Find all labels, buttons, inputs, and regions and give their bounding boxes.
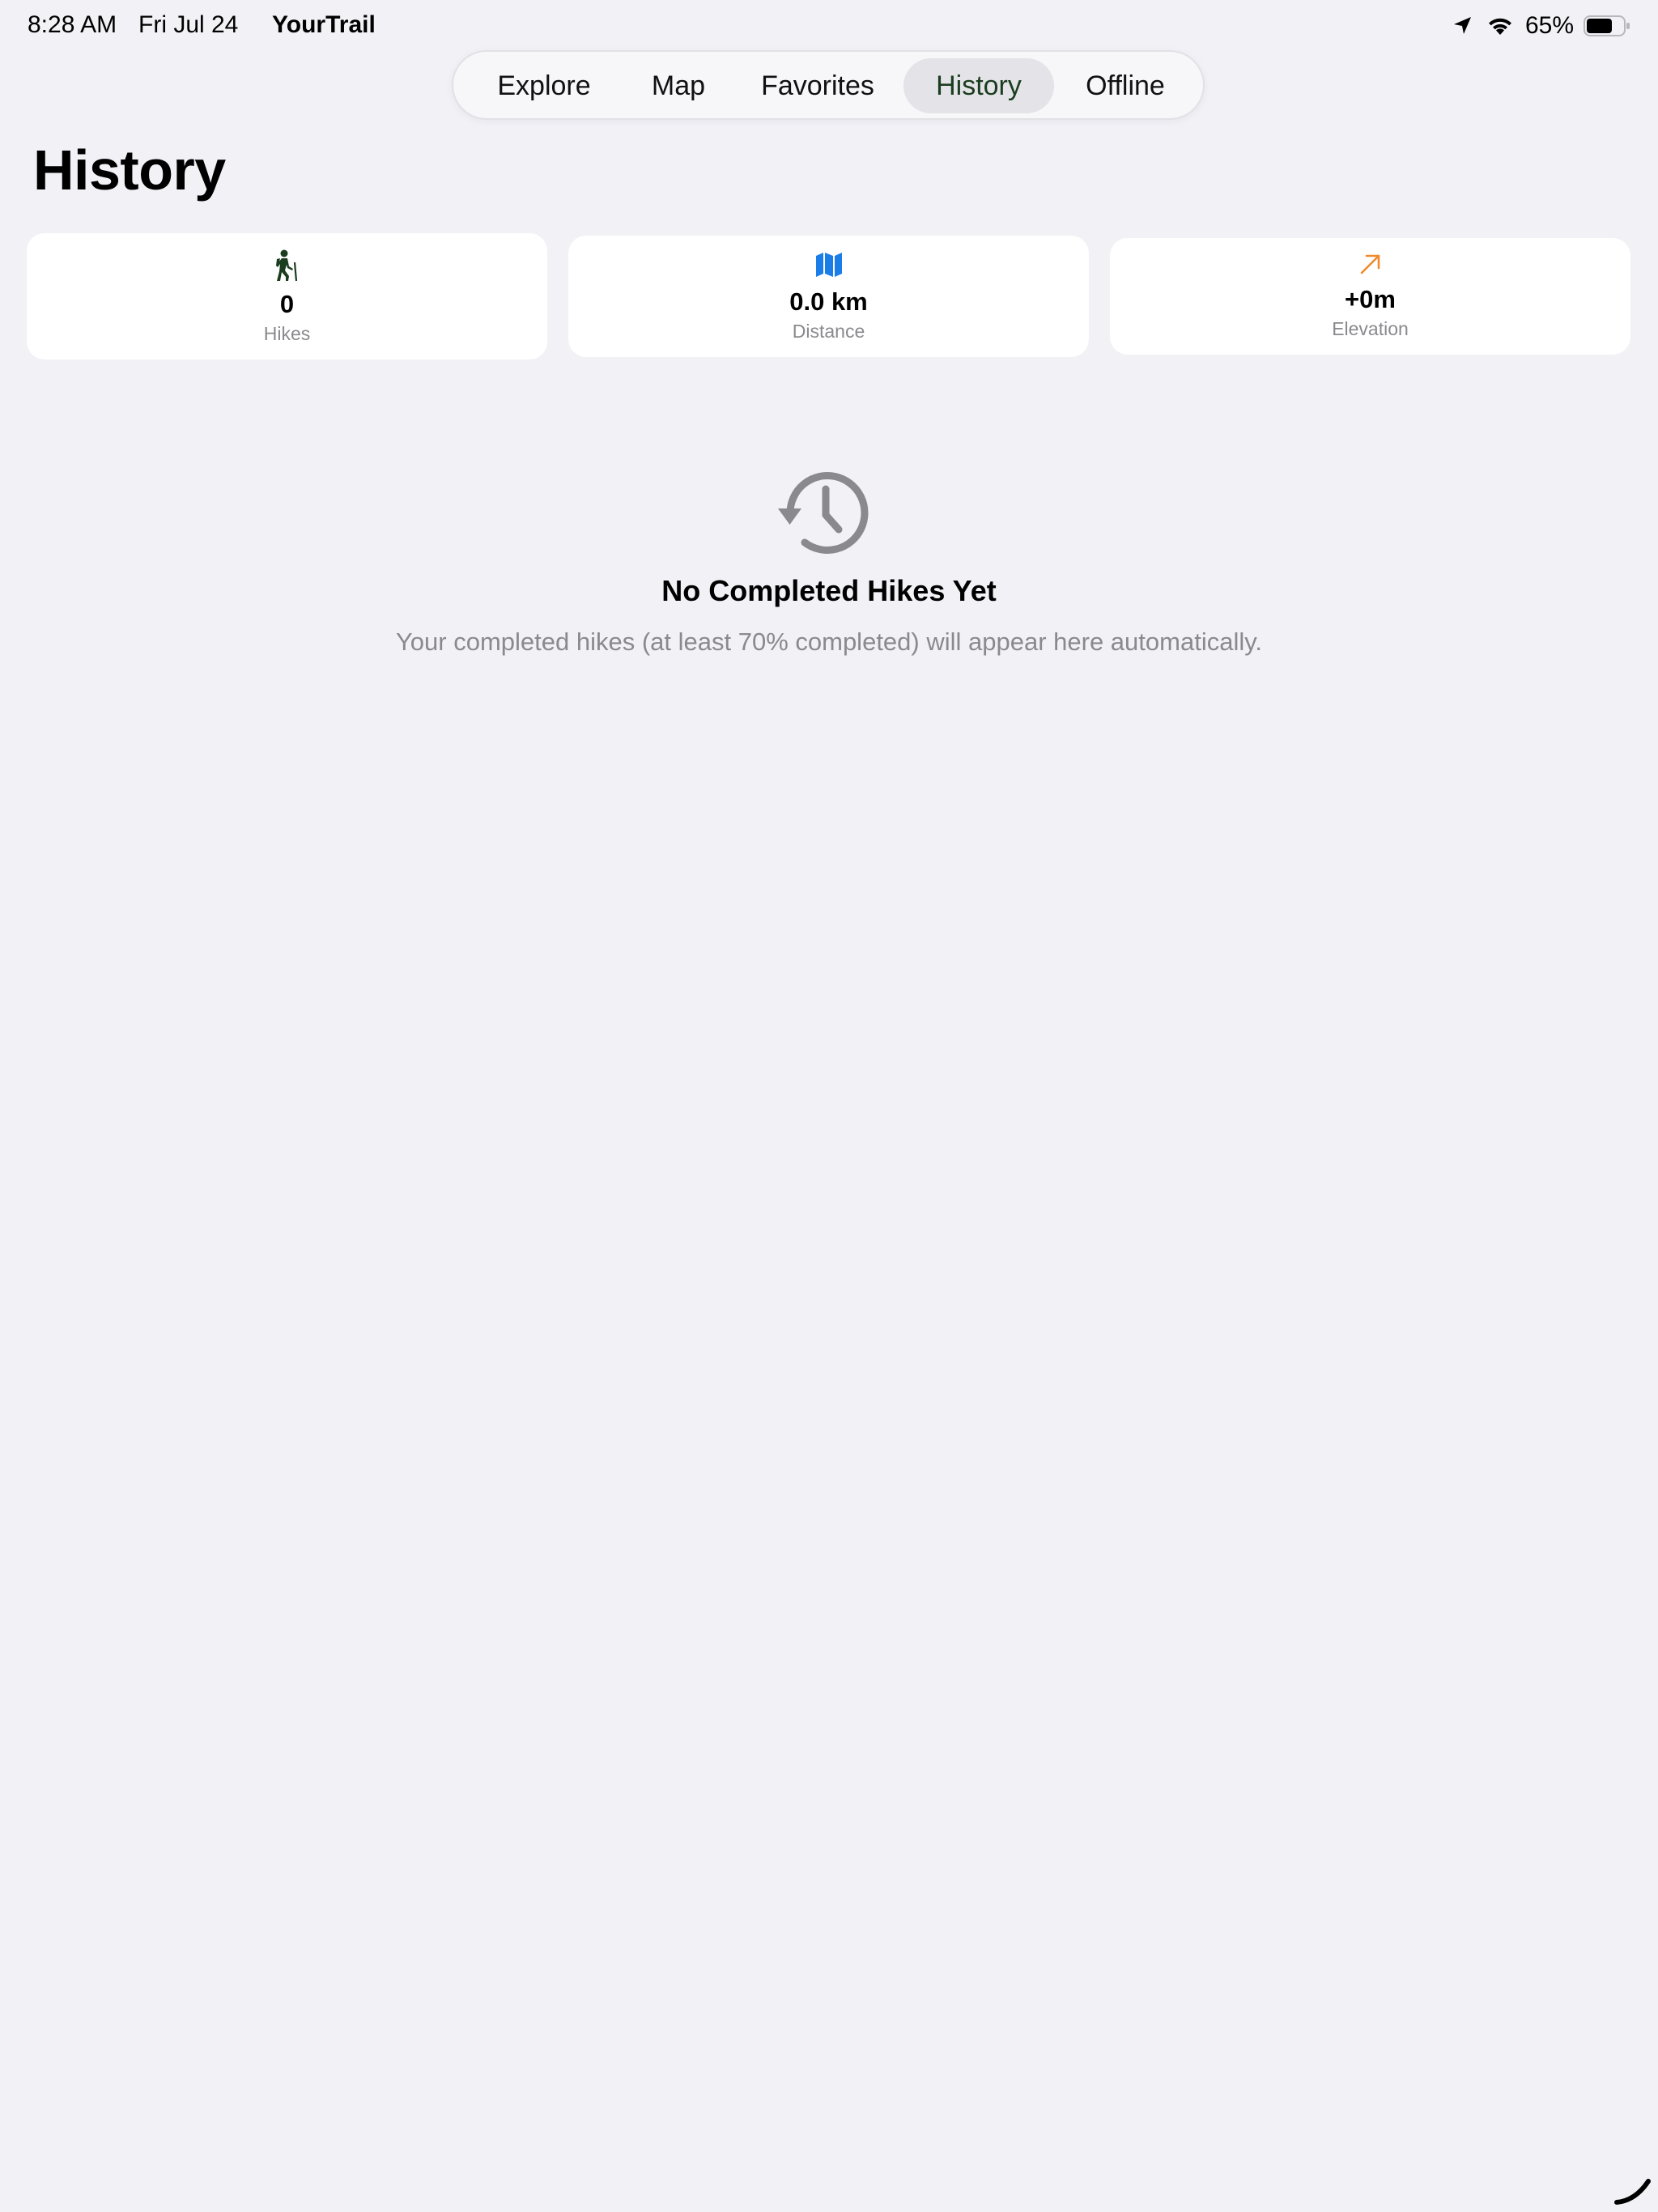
stat-card-hikes: 0 Hikes bbox=[27, 233, 547, 359]
tab-bar: Explore Map Favorites History Offline bbox=[452, 50, 1205, 120]
empty-state-subtitle: Your completed hikes (at least 70% compl… bbox=[395, 627, 1263, 656]
battery-icon bbox=[1584, 15, 1630, 37]
stat-hikes-label: Hikes bbox=[263, 323, 311, 344]
tab-history[interactable]: History bbox=[903, 58, 1054, 113]
stat-elevation-value: +0m bbox=[1345, 285, 1396, 313]
page-title: History bbox=[33, 138, 226, 202]
status-app-name: YourTrail bbox=[272, 11, 376, 38]
stat-distance-label: Distance bbox=[792, 321, 865, 342]
battery-percent: 65% bbox=[1524, 12, 1574, 39]
stat-card-distance: 0.0 km Distance bbox=[568, 236, 1089, 357]
stat-elevation-label: Elevation bbox=[1332, 318, 1409, 339]
hiker-icon bbox=[27, 249, 547, 282]
tab-offline[interactable]: Offline bbox=[1059, 58, 1192, 113]
empty-state-title: No Completed Hikes Yet bbox=[661, 574, 997, 607]
arrow-up-right-icon bbox=[1110, 253, 1630, 275]
history-clock-icon bbox=[777, 471, 874, 555]
status-right-group: 65% bbox=[1452, 11, 1630, 40]
home-indicator bbox=[1614, 2176, 1652, 2206]
stat-card-elevation: +0m Elevation bbox=[1110, 238, 1630, 355]
map-icon bbox=[568, 252, 1089, 278]
tab-map[interactable]: Map bbox=[623, 58, 733, 113]
tab-favorites[interactable]: Favorites bbox=[738, 58, 897, 113]
location-arrow-icon bbox=[1452, 15, 1473, 36]
status-date: Fri Jul 24 bbox=[138, 11, 239, 38]
stat-distance-value: 0.0 km bbox=[789, 287, 868, 316]
status-time: 8:28 AM bbox=[28, 11, 117, 38]
status-bar: 8:28 AM Fri Jul 24 YourTrail 65% bbox=[0, 0, 1658, 52]
tab-explore[interactable]: Explore bbox=[470, 58, 619, 113]
stat-hikes-value: 0 bbox=[279, 290, 295, 318]
wifi-icon bbox=[1486, 15, 1514, 36]
